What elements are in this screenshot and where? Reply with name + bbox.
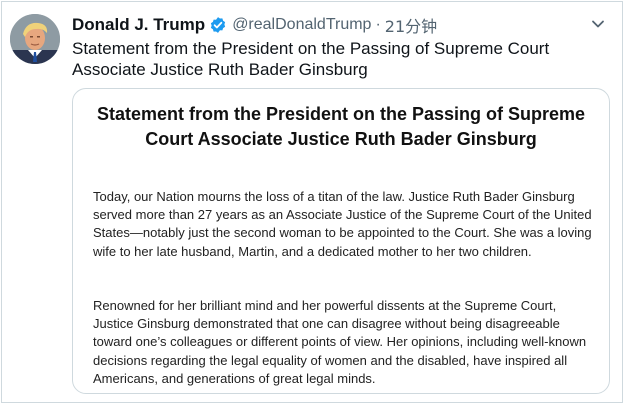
avatar[interactable] <box>10 14 60 64</box>
statement-title: Statement from the President on the Pass… <box>96 104 586 149</box>
chevron-down-icon[interactable] <box>590 16 606 32</box>
profile-photo <box>10 14 60 64</box>
tweet-text: Statement from the President on the Pass… <box>72 39 550 79</box>
timestamp[interactable]: 21分钟 <box>385 13 437 37</box>
separator-dot: · <box>375 16 381 33</box>
statement-paragraph: Renowned for her brilliant mind and her … <box>93 298 587 386</box>
statement-paragraph: Today, our Nation mourns the loss of a t… <box>93 189 592 259</box>
statement-image-card[interactable]: Statement from the President on the Pass… <box>72 88 610 394</box>
display-name[interactable]: Donald J. Trump <box>72 15 205 35</box>
tweet-header: Donald J. Trump @realDonaldTrump · 21分钟 <box>72 14 437 36</box>
tweet-container[interactable]: Donald J. Trump @realDonaldTrump · 21分钟 … <box>1 1 623 403</box>
handle[interactable]: @realDonaldTrump <box>232 16 371 34</box>
verified-badge-icon <box>209 16 227 34</box>
